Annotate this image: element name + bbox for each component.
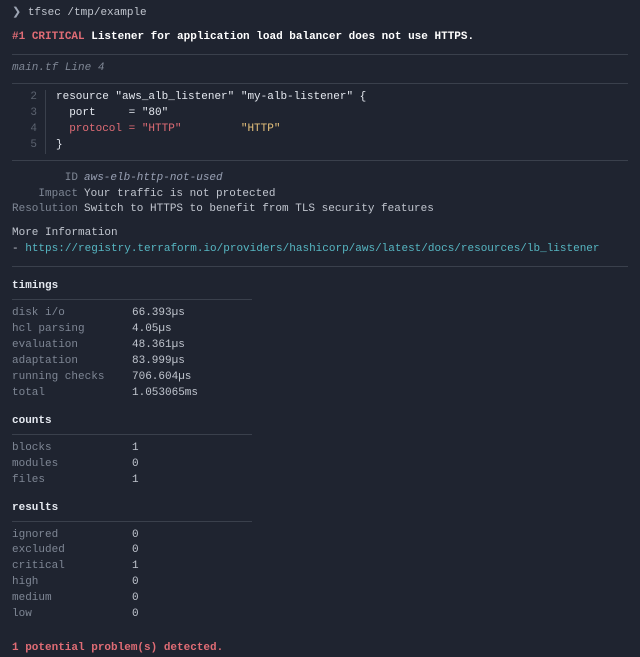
kv-val: 0 — [132, 575, 139, 591]
kv-val: 0 — [132, 607, 139, 623]
table-row: medium0 — [12, 591, 628, 607]
code-text: resource "aws_alb_listener" "my-alb-list… — [46, 90, 366, 106]
table-row: hcl parsing4.05µs — [12, 322, 628, 338]
code-text: port = "80" — [46, 106, 168, 122]
highlight-token: "HTTP" — [241, 123, 281, 135]
kv-key: critical — [12, 559, 132, 575]
kv-val: 48.361µs — [132, 338, 185, 354]
file-location: main.tf Line 4 — [12, 61, 628, 77]
table-row: critical1 — [12, 559, 628, 575]
counts-title: counts — [12, 414, 628, 430]
section-rule — [12, 521, 252, 522]
attr-value: Your traffic is not protected — [84, 187, 275, 203]
line-number: 5 — [12, 138, 46, 154]
kv-val: 0 — [132, 528, 139, 544]
code-row: 4 protocol = "HTTP" "HTTP" — [12, 122, 628, 138]
dash: - — [12, 243, 19, 255]
table-row: blocks1 — [12, 441, 628, 457]
attr-label: ID — [12, 171, 84, 187]
kv-val: 83.999µs — [132, 354, 185, 370]
code-block: 2 resource "aws_alb_listener" "my-alb-li… — [12, 90, 628, 154]
kv-key: files — [12, 473, 132, 489]
issue-number: #1 — [12, 31, 25, 43]
line-number: 2 — [12, 90, 46, 106]
table-row: total1.053065ms — [12, 386, 628, 402]
kv-val: 1 — [132, 441, 139, 457]
table-row: low0 — [12, 607, 628, 623]
line-number: 4 — [12, 122, 46, 138]
more-info: More Information - https://registry.terr… — [12, 226, 628, 258]
table-row: evaluation48.361µs — [12, 338, 628, 354]
attr-row-resolution: Resolution Switch to HTTPS to benefit fr… — [12, 202, 628, 218]
summary-line: 1 potential problem(s) detected. — [12, 641, 628, 657]
divider — [12, 83, 628, 84]
attr-label: Resolution — [12, 202, 84, 218]
prompt-command: tfsec /tmp/example — [28, 7, 147, 19]
kv-key: running checks — [12, 370, 132, 386]
kv-key: low — [12, 607, 132, 623]
table-row: running checks706.604µs — [12, 370, 628, 386]
attr-row-id: ID aws-elb-http-not-used — [12, 171, 628, 187]
kv-val: 0 — [132, 457, 139, 473]
counts-table: blocks1 modules0 files1 — [12, 441, 628, 489]
timings-table: disk i/o66.393µs hcl parsing4.05µs evalu… — [12, 306, 628, 402]
table-row: modules0 — [12, 457, 628, 473]
kv-key: hcl parsing — [12, 322, 132, 338]
issue-title: Listener for application load balancer d… — [91, 31, 474, 43]
section-rule — [12, 434, 252, 435]
file-name: main.tf — [12, 62, 58, 74]
more-info-heading: More Information — [12, 226, 628, 242]
code-row: 2 resource "aws_alb_listener" "my-alb-li… — [12, 90, 628, 106]
kv-key: total — [12, 386, 132, 402]
finding-header: #1 CRITICAL Listener for application loa… — [12, 30, 628, 46]
table-row: high0 — [12, 575, 628, 591]
table-row: disk i/o66.393µs — [12, 306, 628, 322]
kv-key: medium — [12, 591, 132, 607]
kv-val: 0 — [132, 543, 139, 559]
table-row: ignored0 — [12, 528, 628, 544]
kv-key: blocks — [12, 441, 132, 457]
attr-label: Impact — [12, 187, 84, 203]
section-rule — [12, 299, 252, 300]
code-row: 3 port = "80" — [12, 106, 628, 122]
prompt-caret: ❯ — [12, 7, 21, 19]
divider — [12, 54, 628, 55]
file-line: Line 4 — [65, 62, 105, 74]
kv-val: 66.393µs — [132, 306, 185, 322]
attr-value: Switch to HTTPS to benefit from TLS secu… — [84, 202, 434, 218]
kv-val: 0 — [132, 591, 139, 607]
kv-val: 1 — [132, 559, 139, 575]
attr-row-impact: Impact Your traffic is not protected — [12, 187, 628, 203]
kv-key: high — [12, 575, 132, 591]
kv-val: 706.604µs — [132, 370, 191, 386]
line-number: 3 — [12, 106, 46, 122]
prompt-line: ❯ tfsec /tmp/example — [12, 6, 628, 22]
table-row: excluded0 — [12, 543, 628, 559]
code-row: 5 } — [12, 138, 628, 154]
kv-key: modules — [12, 457, 132, 473]
kv-val: 1 — [132, 473, 139, 489]
table-row: adaptation83.999µs — [12, 354, 628, 370]
kv-key: ignored — [12, 528, 132, 544]
timings-title: timings — [12, 279, 628, 295]
attr-value: aws-elb-http-not-used — [84, 171, 223, 187]
kv-key: disk i/o — [12, 306, 132, 322]
divider — [12, 266, 628, 267]
kv-val: 4.05µs — [132, 322, 172, 338]
results-title: results — [12, 501, 628, 517]
docs-link[interactable]: https://registry.terraform.io/providers/… — [25, 243, 599, 255]
severity-badge: CRITICAL — [32, 31, 85, 43]
finding-attributes: ID aws-elb-http-not-used Impact Your tra… — [12, 171, 628, 219]
code-text: protocol = "HTTP" "HTTP" — [46, 122, 280, 138]
kv-key: evaluation — [12, 338, 132, 354]
kv-key: adaptation — [12, 354, 132, 370]
code-text: } — [46, 138, 63, 154]
kv-val: 1.053065ms — [132, 386, 198, 402]
results-table: ignored0 excluded0 critical1 high0 mediu… — [12, 528, 628, 624]
divider — [12, 160, 628, 161]
kv-key: excluded — [12, 543, 132, 559]
table-row: files1 — [12, 473, 628, 489]
